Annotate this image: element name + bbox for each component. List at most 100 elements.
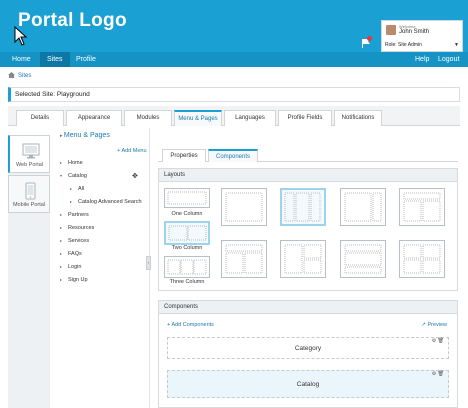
role-select[interactable]: Role: Site Admin <box>385 42 422 48</box>
layout-option-4[interactable] <box>340 188 386 226</box>
tab-appearance[interactable]: Appearance <box>66 110 122 126</box>
portal-logo[interactable]: Portal Logo <box>18 10 127 32</box>
tree-item-partners[interactable]: ▸ Partners <box>60 212 89 218</box>
tab-modules[interactable]: Modules <box>124 110 172 126</box>
caret-icon: ▸ <box>60 212 63 217</box>
tab-profile-fields[interactable]: Profile Fields <box>278 110 332 126</box>
layout-three-column[interactable] <box>164 256 210 278</box>
user-menu[interactable]: Welcome John Smith Role: Site Admin ▼ <box>381 20 463 52</box>
layout-header-footer-icon <box>344 244 382 274</box>
layout-label-three-column: Three Column <box>169 279 205 285</box>
site-tabs: Details Appearance Modules Menu & Pages … <box>8 106 460 126</box>
tree-item-home[interactable]: ▸ Home <box>60 160 83 166</box>
nav-item-logout[interactable]: Logout <box>432 52 465 67</box>
layout-option-3[interactable] <box>280 188 326 226</box>
caret-icon: ▸ <box>60 238 63 243</box>
panel-collapse-handle[interactable]: ‹ <box>146 256 151 270</box>
layout-option-9[interactable] <box>340 240 386 278</box>
caret-down-icon[interactable]: ▾ <box>60 173 68 178</box>
page-editor-panel: Properties Components Layouts One Column… <box>152 140 460 408</box>
tree-item-catalog-advanced-search[interactable]: ▸ Catalog Advanced Search <box>70 199 142 205</box>
caret-icon: ▸ <box>60 264 63 269</box>
home-icon[interactable] <box>8 72 15 78</box>
breadcrumb-sites[interactable]: Sites <box>18 73 31 79</box>
layout-sidebar-icon <box>344 192 382 222</box>
layout-split-stack-icon <box>284 244 322 274</box>
add-components-button[interactable]: + Add Components <box>167 322 214 328</box>
tab-notifications[interactable]: Notifications <box>334 110 382 126</box>
app-header: Portal Logo Welcome John Smith Role: Sit… <box>0 0 468 52</box>
layout-one-column-icon <box>167 191 207 205</box>
components-box: Components + Add Components ↗ Preview Ca… <box>158 300 458 408</box>
layout-option-8[interactable] <box>280 240 326 278</box>
editor-tabs: Properties Components <box>158 146 458 162</box>
notification-badge <box>367 36 372 41</box>
tab-details[interactable]: Details <box>16 110 64 126</box>
tree-item-resources[interactable]: ▸ Resources <box>60 225 94 231</box>
tree-item-catalog[interactable]: ▾ Catalog ✥ <box>60 173 138 180</box>
tree-item-sign-up[interactable]: ▸ Sign Up <box>60 277 88 283</box>
layout-label-one-column: One Column <box>171 211 203 217</box>
mobile-portal-label: Mobile Portal <box>12 202 46 208</box>
menu-pages-title[interactable]: ▸ Menu & Pages <box>60 132 110 139</box>
tree-item-all[interactable]: ▸ All <box>70 186 84 192</box>
layouts-title: Layouts <box>159 169 457 182</box>
tab-languages[interactable]: Languages <box>224 110 276 126</box>
layout-label-two-column: Two Column <box>171 245 203 251</box>
layout-grid-icon <box>403 244 441 274</box>
tree-item-services[interactable]: ▸ Services <box>60 238 89 244</box>
layout-option-7[interactable] <box>221 240 267 278</box>
layout-two-column-icon <box>168 225 207 241</box>
mouse-cursor-icon <box>14 26 28 46</box>
layout-option-10[interactable] <box>399 240 445 278</box>
component-tools: ⚙ 🗑 <box>432 337 444 345</box>
layout-option-2[interactable] <box>221 188 267 226</box>
caret-icon: ▸ <box>60 277 63 282</box>
component-label: Category <box>294 345 322 352</box>
gear-icon[interactable]: ⚙ <box>432 338 436 344</box>
component-label: Catalog <box>296 381 320 388</box>
caret-icon: ▸ <box>70 186 73 191</box>
web-portal-card[interactable]: Web Portal <box>8 135 50 173</box>
monitor-icon <box>22 143 40 159</box>
tree-item-login[interactable]: ▸ Login <box>60 264 81 270</box>
mobile-icon <box>25 182 36 200</box>
avatar <box>386 25 396 35</box>
caret-icon: ▸ <box>60 160 63 165</box>
preview-button[interactable]: ↗ Preview <box>421 322 447 328</box>
nav-item-sites[interactable]: Sites <box>40 52 70 67</box>
move-icon[interactable]: ✥ <box>132 172 138 180</box>
layout-header-two-column-icon <box>225 244 263 274</box>
trash-icon[interactable]: 🗑 <box>438 338 444 344</box>
user-name: John Smith <box>399 29 430 35</box>
main-nav: Home Sites Profile Help Logout <box>0 52 468 67</box>
component-category[interactable]: Category ⚙ 🗑 <box>167 337 449 359</box>
layout-three-column-icon <box>167 259 207 275</box>
caret-icon: ▸ <box>60 225 63 230</box>
selected-site-bar: Selected Site: Playground <box>8 87 460 102</box>
tab-menu-pages[interactable]: Menu & Pages <box>174 110 222 126</box>
tab-components[interactable]: Components <box>208 149 258 162</box>
layout-one-column-full-icon <box>225 192 263 222</box>
component-catalog[interactable]: Catalog ⚙ 🗑 <box>167 370 449 398</box>
nav-item-profile[interactable]: Profile <box>70 52 102 67</box>
mobile-portal-card[interactable]: Mobile Portal <box>8 175 50 213</box>
layout-one-column[interactable] <box>164 188 210 208</box>
tab-properties[interactable]: Properties <box>162 149 206 162</box>
selected-site-label: Selected Site: Playground <box>15 91 90 98</box>
component-tools: ⚙ 🗑 <box>432 370 444 378</box>
layout-three-split-icon <box>284 192 321 222</box>
trash-icon[interactable]: 🗑 <box>438 371 444 377</box>
nav-item-home[interactable]: Home <box>6 52 37 67</box>
menu-tree-panel: ▸ Menu & Pages + Add Menu ▸ Home ▾ Catalog… <box>54 128 150 408</box>
gear-icon[interactable]: ⚙ <box>432 371 436 377</box>
add-menu-button[interactable]: + Add Menu <box>117 148 147 154</box>
breadcrumb: Sites <box>8 72 31 79</box>
components-title: Components <box>159 301 457 314</box>
layout-header-grid-icon <box>403 192 441 222</box>
chevron-down-icon[interactable]: ▼ <box>454 42 459 48</box>
layout-option-5[interactable] <box>399 188 445 226</box>
caret-icon: ▸ <box>60 251 63 256</box>
layout-two-column[interactable] <box>164 221 210 245</box>
tree-item-faqs[interactable]: ▸ FAQs <box>60 251 82 257</box>
